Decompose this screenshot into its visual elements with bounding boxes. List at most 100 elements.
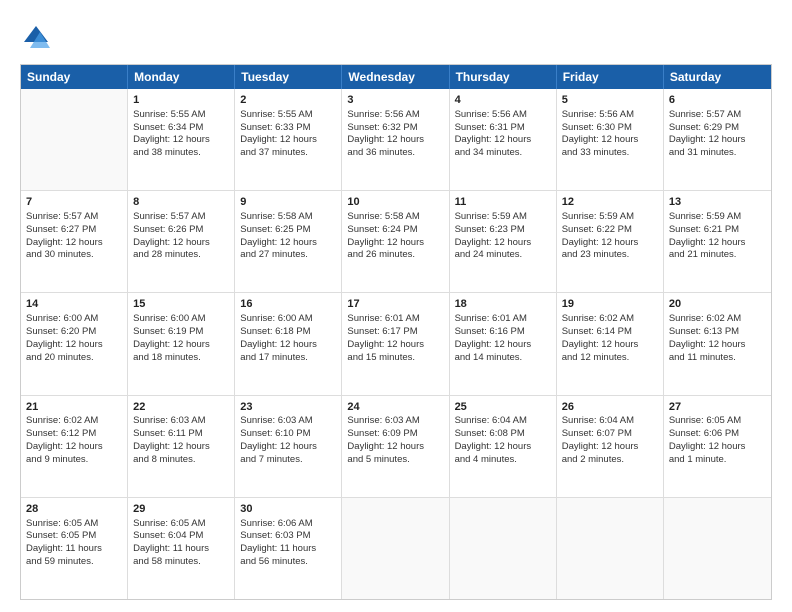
day-info-line: Sunrise: 5:55 AM: [133, 109, 229, 122]
day-info-line: Sunrise: 6:03 AM: [240, 415, 336, 428]
day-number: 13: [669, 195, 766, 210]
day-info-line: Sunset: 6:09 PM: [347, 428, 443, 441]
calendar-body: 1Sunrise: 5:55 AMSunset: 6:34 PMDaylight…: [21, 89, 771, 599]
day-number: 11: [455, 195, 551, 210]
day-info-line: Sunset: 6:21 PM: [669, 224, 766, 237]
calendar-cell: 7Sunrise: 5:57 AMSunset: 6:27 PMDaylight…: [21, 191, 128, 292]
weekday-header: Saturday: [664, 65, 771, 89]
day-info-line: Sunset: 6:11 PM: [133, 428, 229, 441]
day-info-line: Sunrise: 5:57 AM: [133, 211, 229, 224]
day-info-line: Sunrise: 6:00 AM: [133, 313, 229, 326]
day-info-line: Sunset: 6:34 PM: [133, 122, 229, 135]
day-info-line: Sunset: 6:17 PM: [347, 326, 443, 339]
day-info-line: Daylight: 12 hours: [347, 237, 443, 250]
day-info-line: and 30 minutes.: [26, 249, 122, 262]
day-info-line: Daylight: 12 hours: [455, 237, 551, 250]
day-info-line: and 27 minutes.: [240, 249, 336, 262]
weekday-header: Friday: [557, 65, 664, 89]
calendar-cell: 5Sunrise: 5:56 AMSunset: 6:30 PMDaylight…: [557, 89, 664, 190]
day-info-line: Daylight: 12 hours: [240, 441, 336, 454]
day-info-line: Sunrise: 6:05 AM: [669, 415, 766, 428]
calendar-cell: 9Sunrise: 5:58 AMSunset: 6:25 PMDaylight…: [235, 191, 342, 292]
calendar-cell: 3Sunrise: 5:56 AMSunset: 6:32 PMDaylight…: [342, 89, 449, 190]
day-info-line: Sunset: 6:30 PM: [562, 122, 658, 135]
calendar-cell: 21Sunrise: 6:02 AMSunset: 6:12 PMDayligh…: [21, 396, 128, 497]
day-info-line: Sunrise: 5:58 AM: [240, 211, 336, 224]
day-info-line: and 36 minutes.: [347, 147, 443, 160]
calendar-cell: 6Sunrise: 5:57 AMSunset: 6:29 PMDaylight…: [664, 89, 771, 190]
day-number: 7: [26, 195, 122, 210]
day-info-line: Daylight: 12 hours: [26, 441, 122, 454]
day-info-line: Daylight: 12 hours: [26, 237, 122, 250]
calendar-cell: 26Sunrise: 6:04 AMSunset: 6:07 PMDayligh…: [557, 396, 664, 497]
day-info-line: Sunrise: 5:56 AM: [562, 109, 658, 122]
day-info-line: Sunset: 6:23 PM: [455, 224, 551, 237]
day-number: 2: [240, 93, 336, 108]
day-number: 9: [240, 195, 336, 210]
day-number: 20: [669, 297, 766, 312]
day-number: 6: [669, 93, 766, 108]
calendar-cell: 20Sunrise: 6:02 AMSunset: 6:13 PMDayligh…: [664, 293, 771, 394]
calendar-cell: 4Sunrise: 5:56 AMSunset: 6:31 PMDaylight…: [450, 89, 557, 190]
day-info-line: Sunrise: 6:02 AM: [562, 313, 658, 326]
day-info-line: and 33 minutes.: [562, 147, 658, 160]
day-info-line: and 4 minutes.: [455, 454, 551, 467]
calendar-row: 14Sunrise: 6:00 AMSunset: 6:20 PMDayligh…: [21, 293, 771, 395]
calendar: SundayMondayTuesdayWednesdayThursdayFrid…: [20, 64, 772, 600]
day-info-line: Sunrise: 6:02 AM: [669, 313, 766, 326]
day-number: 8: [133, 195, 229, 210]
weekday-header: Thursday: [450, 65, 557, 89]
day-info-line: and 21 minutes.: [669, 249, 766, 262]
day-info-line: Sunrise: 6:04 AM: [455, 415, 551, 428]
day-number: 21: [26, 400, 122, 415]
day-number: 14: [26, 297, 122, 312]
day-info-line: and 8 minutes.: [133, 454, 229, 467]
calendar-cell: 18Sunrise: 6:01 AMSunset: 6:16 PMDayligh…: [450, 293, 557, 394]
day-info-line: Daylight: 12 hours: [26, 339, 122, 352]
calendar-cell: [664, 498, 771, 599]
calendar-cell: 27Sunrise: 6:05 AMSunset: 6:06 PMDayligh…: [664, 396, 771, 497]
day-info-line: Sunset: 6:06 PM: [669, 428, 766, 441]
day-info-line: Daylight: 11 hours: [26, 543, 122, 556]
day-info-line: Sunrise: 5:57 AM: [669, 109, 766, 122]
day-info-line: Daylight: 12 hours: [133, 237, 229, 250]
calendar-cell: 28Sunrise: 6:05 AMSunset: 6:05 PMDayligh…: [21, 498, 128, 599]
day-info-line: Daylight: 12 hours: [240, 134, 336, 147]
calendar-row: 7Sunrise: 5:57 AMSunset: 6:27 PMDaylight…: [21, 191, 771, 293]
day-info-line: Sunset: 6:18 PM: [240, 326, 336, 339]
day-info-line: Daylight: 12 hours: [133, 134, 229, 147]
day-number: 17: [347, 297, 443, 312]
weekday-header: Monday: [128, 65, 235, 89]
day-info-line: Sunrise: 5:57 AM: [26, 211, 122, 224]
calendar-cell: 1Sunrise: 5:55 AMSunset: 6:34 PMDaylight…: [128, 89, 235, 190]
day-info-line: Sunset: 6:04 PM: [133, 530, 229, 543]
day-info-line: and 7 minutes.: [240, 454, 336, 467]
weekday-header: Sunday: [21, 65, 128, 89]
day-info-line: Sunrise: 6:01 AM: [455, 313, 551, 326]
day-number: 25: [455, 400, 551, 415]
day-info-line: Sunset: 6:14 PM: [562, 326, 658, 339]
calendar-cell: 17Sunrise: 6:01 AMSunset: 6:17 PMDayligh…: [342, 293, 449, 394]
calendar-cell: 13Sunrise: 5:59 AMSunset: 6:21 PMDayligh…: [664, 191, 771, 292]
day-number: 18: [455, 297, 551, 312]
day-info-line: Sunrise: 5:58 AM: [347, 211, 443, 224]
day-info-line: Sunset: 6:10 PM: [240, 428, 336, 441]
day-info-line: Daylight: 12 hours: [669, 134, 766, 147]
calendar-cell: [450, 498, 557, 599]
calendar-cell: 24Sunrise: 6:03 AMSunset: 6:09 PMDayligh…: [342, 396, 449, 497]
day-info-line: Sunset: 6:19 PM: [133, 326, 229, 339]
day-info-line: Sunrise: 6:04 AM: [562, 415, 658, 428]
day-number: 12: [562, 195, 658, 210]
calendar-cell: 29Sunrise: 6:05 AMSunset: 6:04 PMDayligh…: [128, 498, 235, 599]
day-number: 5: [562, 93, 658, 108]
logo-icon: [20, 22, 52, 54]
day-info-line: Daylight: 12 hours: [455, 441, 551, 454]
calendar-cell: 22Sunrise: 6:03 AMSunset: 6:11 PMDayligh…: [128, 396, 235, 497]
calendar-cell: 14Sunrise: 6:00 AMSunset: 6:20 PMDayligh…: [21, 293, 128, 394]
calendar-cell: 10Sunrise: 5:58 AMSunset: 6:24 PMDayligh…: [342, 191, 449, 292]
day-info-line: Daylight: 12 hours: [240, 339, 336, 352]
day-info-line: Daylight: 11 hours: [133, 543, 229, 556]
day-info-line: Daylight: 11 hours: [240, 543, 336, 556]
day-number: 19: [562, 297, 658, 312]
day-info-line: and 18 minutes.: [133, 352, 229, 365]
